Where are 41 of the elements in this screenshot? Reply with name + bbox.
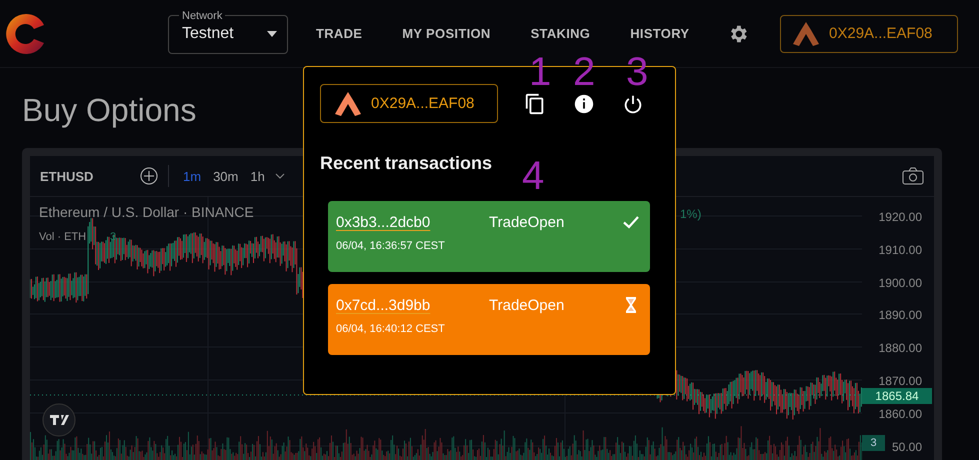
page-title: Buy Options	[22, 92, 196, 130]
logo-icon	[335, 92, 361, 116]
info-icon[interactable]	[573, 92, 595, 114]
app-logo[interactable]	[6, 14, 46, 54]
symbol-label[interactable]: ETHUSD	[40, 168, 140, 184]
transaction-hash-link[interactable]: 0x3b3...2dcb0	[336, 214, 489, 230]
wallet-button[interactable]: 0X29A...EAF08	[780, 14, 958, 52]
transaction-type: TradeOpen	[489, 296, 566, 314]
camera-icon[interactable]	[902, 167, 924, 185]
chart-title: Ethereum / U.S. Dollar · BINANCE	[39, 204, 254, 220]
copy-icon[interactable]	[524, 92, 546, 114]
axis-label: 1880.00	[878, 341, 922, 356]
nav-link[interactable]: TRADE	[296, 18, 382, 49]
transaction-time: 06/04, 16:40:12 CEST	[336, 323, 445, 335]
annotation-number: 4	[522, 156, 544, 196]
logo-icon	[793, 22, 819, 46]
nav-link[interactable]: STAKING	[510, 18, 610, 49]
axis-label: 1910.00	[878, 242, 922, 257]
transaction-time: 06/04, 16:36:57 CEST	[336, 240, 445, 252]
caret-icon[interactable]	[267, 31, 277, 37]
section-heading: Recent transactions	[320, 153, 492, 175]
nav-link[interactable]: MY POSITION	[382, 18, 511, 49]
tradingview-logo[interactable]	[42, 403, 76, 437]
volume-badge: 3	[862, 435, 885, 451]
network-select[interactable]: Network Testnet	[168, 10, 288, 54]
interval-tab[interactable]: 30m	[207, 168, 244, 184]
transaction-type: TradeOpen	[489, 214, 566, 230]
nav-link[interactable]: HISTORY	[610, 18, 710, 49]
axis-label: 1860.00	[878, 406, 922, 421]
add-icon[interactable]	[140, 167, 158, 185]
axis-label: 1890.00	[878, 308, 922, 322]
last-price-badge: 1865.84	[862, 388, 932, 404]
volume-label: Vol · ETH	[39, 231, 86, 243]
axis-label: 1900.00	[878, 276, 922, 290]
price-change: 1%)	[680, 207, 702, 221]
axis-label: 1870.00	[878, 374, 922, 388]
chevron-down-icon[interactable]	[274, 173, 285, 179]
axis-label: 50.00	[892, 440, 922, 454]
axis-label: 1920.00	[878, 210, 922, 224]
wallet-address-button[interactable]: 0X29A...EAF08	[320, 84, 498, 123]
interval-tab[interactable]: 1h	[244, 168, 271, 184]
